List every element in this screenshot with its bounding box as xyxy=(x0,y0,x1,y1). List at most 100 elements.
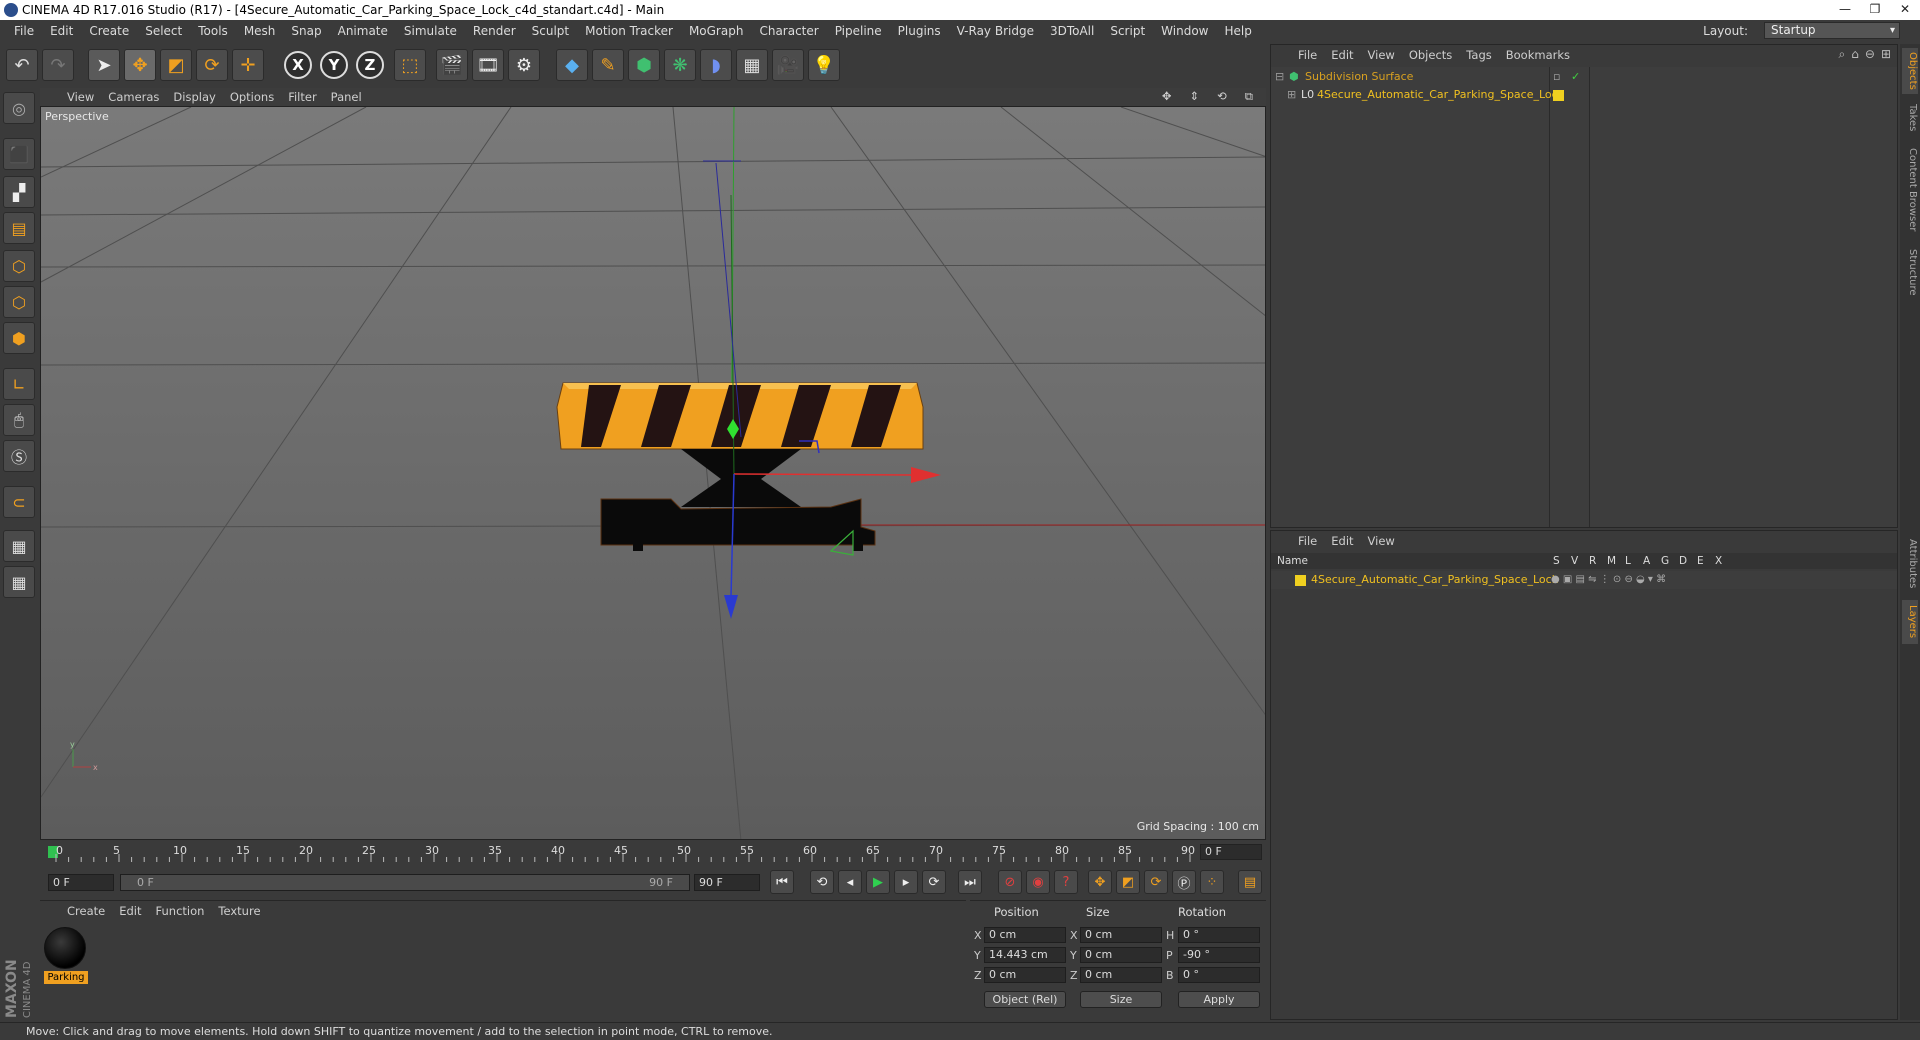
render-picture-viewer-icon[interactable]: 🎞 xyxy=(472,49,504,81)
viewport-menu-cameras[interactable]: Cameras xyxy=(101,90,166,104)
go-to-start-icon[interactable]: ⏮ xyxy=(770,870,794,894)
menu-character[interactable]: Character xyxy=(751,24,826,38)
enabled-check-icon[interactable]: ✓ xyxy=(1571,68,1580,86)
visibility-dots-icon[interactable]: ▫ xyxy=(1553,68,1560,86)
pos-y-field[interactable]: 14.443 cm xyxy=(984,947,1066,963)
pan-view-icon[interactable]: ✥ xyxy=(1155,89,1179,104)
floor-scene-icon[interactable]: ▦ xyxy=(736,49,768,81)
keyframe-selection-icon[interactable]: ? xyxy=(1054,870,1078,894)
layout-dropdown[interactable]: Startup xyxy=(1764,22,1900,39)
viewport-menu-options[interactable]: Options xyxy=(223,90,281,104)
render-view-icon[interactable]: 🎬 xyxy=(436,49,468,81)
viewport-menu-filter[interactable]: Filter xyxy=(281,90,323,104)
menu-simulate[interactable]: Simulate xyxy=(396,24,465,38)
size-y-field[interactable]: 0 cm xyxy=(1080,947,1162,963)
previous-frame-icon[interactable]: ◂ xyxy=(838,870,862,894)
cube-primitive-icon[interactable]: ◆ xyxy=(556,49,588,81)
polygons-mode-icon[interactable]: ⬢ xyxy=(3,322,35,354)
x-axis-lock-icon[interactable]: X xyxy=(284,51,312,79)
rotate-tool-icon[interactable]: ⟳ xyxy=(196,49,228,81)
layers-menu-file[interactable]: File xyxy=(1291,534,1324,548)
objects-menu-view[interactable]: View xyxy=(1361,48,1402,62)
select-arrow-icon[interactable]: ➤ xyxy=(88,49,120,81)
current-frame-field[interactable]: 0 F xyxy=(1200,844,1262,860)
autokey-icon[interactable]: ◉ xyxy=(1026,870,1050,894)
material-menu-create[interactable]: Create xyxy=(60,904,112,918)
subdivision-surface-icon[interactable]: ⬢ xyxy=(628,49,660,81)
object-row[interactable]: ⊞ L0 4Secure_Automatic_Car_Parking_Space… xyxy=(1271,86,1897,104)
menu-select[interactable]: Select xyxy=(137,24,190,38)
menu-tools[interactable]: Tools xyxy=(190,24,236,38)
go-to-end-icon[interactable]: ⏭ xyxy=(958,870,982,894)
menu-sculpt[interactable]: Sculpt xyxy=(524,24,577,38)
mograph-cloner-icon[interactable]: ❋ xyxy=(664,49,696,81)
object-row[interactable]: ⊟ ⬢ Subdivision Surface ▫ ✓ xyxy=(1271,68,1897,86)
objects-menu-objects[interactable]: Objects xyxy=(1402,48,1459,62)
close-button[interactable]: ✕ xyxy=(1890,0,1920,20)
camera-icon[interactable]: 🎥 xyxy=(772,49,804,81)
deformer-icon[interactable]: ◗ xyxy=(700,49,732,81)
material-menu-edit[interactable]: Edit xyxy=(112,904,148,918)
menu-create[interactable]: Create xyxy=(81,24,137,38)
redo-icon[interactable]: ↷ xyxy=(42,49,74,81)
material-menu-function[interactable]: Function xyxy=(149,904,212,918)
menu-3dtoall[interactable]: 3DToAll xyxy=(1042,24,1102,38)
record-keys-icon[interactable]: ⊘ xyxy=(998,870,1022,894)
next-frame-icon[interactable]: ▸ xyxy=(894,870,918,894)
rotate-view-icon[interactable]: ⟲ xyxy=(1210,89,1234,104)
link-icon[interactable]: ⊖ xyxy=(1865,47,1875,62)
coordinate-mode-dropdown[interactable]: Object (Rel) xyxy=(984,991,1066,1008)
previous-key-icon[interactable]: ⟲ xyxy=(810,870,834,894)
layers-menu-edit[interactable]: Edit xyxy=(1324,534,1360,548)
next-key-icon[interactable]: ⟳ xyxy=(922,870,946,894)
timeline-ruler[interactable]: 0 5 10 15 20 25 30 35 40 45 50 55 60 65 … xyxy=(40,842,1266,864)
perspective-viewport[interactable]: y x Perspective Grid Spacing : 100 cm xyxy=(40,106,1266,840)
tab-takes[interactable]: Takes xyxy=(1902,100,1918,136)
snapping-icon[interactable]: Ⓢ xyxy=(3,440,35,472)
rot-h-field[interactable]: 0 ° xyxy=(1178,927,1260,943)
y-axis-lock-icon[interactable]: Y xyxy=(320,51,348,79)
render-settings-icon[interactable]: ⚙ xyxy=(508,49,540,81)
menu-mesh[interactable]: Mesh xyxy=(236,24,284,38)
objects-menu-tags[interactable]: Tags xyxy=(1459,48,1498,62)
menu-snap[interactable]: Snap xyxy=(283,24,329,38)
size-x-field[interactable]: 0 cm xyxy=(1080,927,1162,943)
spline-pen-icon[interactable]: ✎ xyxy=(592,49,624,81)
model-mode-icon[interactable]: ⬛ xyxy=(3,138,35,170)
end-frame-field[interactable]: 90 F xyxy=(694,874,760,891)
start-frame-field[interactable]: 0 F xyxy=(48,874,114,891)
tab-attributes[interactable]: Attributes xyxy=(1902,534,1918,594)
material-menu-texture[interactable]: Texture xyxy=(211,904,267,918)
frame-range-slider[interactable]: 0 F 90 F xyxy=(120,874,690,891)
edges-mode-icon[interactable]: ⬡ xyxy=(3,286,35,318)
layer-row[interactable]: 4Secure_Automatic_Car_Parking_Space_Lock… xyxy=(1271,571,1897,589)
objects-menu-bookmarks[interactable]: Bookmarks xyxy=(1499,48,1577,62)
key-position-icon[interactable]: ✥ xyxy=(1088,870,1112,894)
menu-plugins[interactable]: Plugins xyxy=(890,24,949,38)
collapse-icon[interactable]: ⊟ xyxy=(1275,68,1284,86)
menu-file[interactable]: File xyxy=(6,24,42,38)
menu-script[interactable]: Script xyxy=(1102,24,1153,38)
menu-motion-tracker[interactable]: Motion Tracker xyxy=(577,24,681,38)
viewport-menu-view[interactable]: View xyxy=(60,90,101,104)
rot-b-field[interactable]: 0 ° xyxy=(1178,967,1260,983)
layer-color-icon[interactable] xyxy=(1553,90,1564,101)
layers-menu-view[interactable]: View xyxy=(1361,534,1402,548)
move-tool-icon[interactable]: ✥ xyxy=(124,49,156,81)
axis-mode-icon[interactable]: ∟ xyxy=(3,368,35,400)
menu-animate[interactable]: Animate xyxy=(330,24,396,38)
key-scale-icon[interactable]: ◩ xyxy=(1116,870,1140,894)
magnet-icon[interactable]: ⊂ xyxy=(3,486,35,518)
coordinate-system-icon[interactable]: ⬚ xyxy=(394,49,426,81)
grid-snap-icon[interactable]: ▦ xyxy=(3,566,35,598)
menu-mograph[interactable]: MoGraph xyxy=(681,24,752,38)
maximize-button[interactable]: ❐ xyxy=(1860,0,1890,20)
panel-icon[interactable]: ⊞ xyxy=(1881,47,1891,62)
key-pla-icon[interactable]: ⁘ xyxy=(1200,870,1224,894)
layer-color-icon[interactable] xyxy=(1295,575,1306,586)
points-mode-icon[interactable]: ⬡ xyxy=(3,250,35,282)
pos-z-field[interactable]: 0 cm xyxy=(984,967,1066,983)
size-mode-dropdown[interactable]: Size xyxy=(1080,991,1162,1008)
menu-window[interactable]: Window xyxy=(1153,24,1216,38)
play-icon[interactable]: ▶ xyxy=(866,870,890,894)
